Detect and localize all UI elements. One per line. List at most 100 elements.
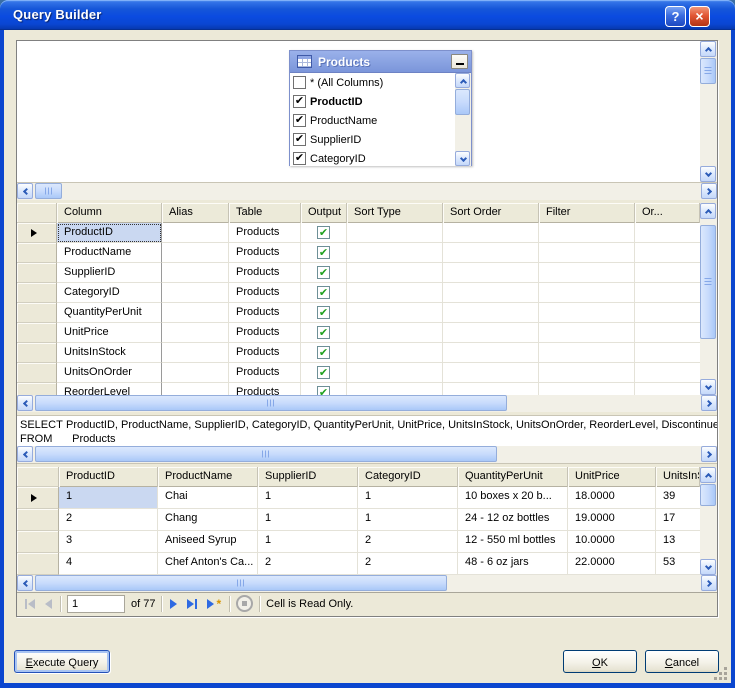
scrollbar-thumb[interactable]	[700, 58, 716, 84]
table-row[interactable]: UnitsOnOrder Products ✔	[17, 363, 717, 383]
cell-sort-order[interactable]	[443, 383, 539, 395]
output-checkbox[interactable]: ✔	[317, 266, 330, 279]
cell-sort-order[interactable]	[443, 343, 539, 363]
cell-sort-order[interactable]	[443, 363, 539, 383]
cell[interactable]: Chef Anton's Ca...	[158, 553, 258, 575]
column-header[interactable]: ProductName	[158, 467, 258, 487]
cell-column[interactable]: ProductID	[57, 223, 162, 243]
cell[interactable]: 24 - 12 oz bottles	[458, 509, 568, 531]
cell-sort-type[interactable]	[347, 263, 443, 283]
table-row[interactable]: ProductName Products ✔	[17, 243, 717, 263]
scroll-right-icon[interactable]	[701, 183, 717, 199]
cell-sort-type[interactable]	[347, 223, 443, 243]
row-selector[interactable]	[17, 531, 59, 553]
output-checkbox[interactable]: ✔	[317, 346, 330, 359]
cell-or[interactable]	[635, 383, 700, 395]
cell[interactable]: 53	[656, 553, 700, 575]
cell-table[interactable]: Products	[229, 263, 301, 283]
cell-output[interactable]: ✔	[301, 283, 347, 303]
cell-table[interactable]: Products	[229, 243, 301, 263]
cell-sort-type[interactable]	[347, 323, 443, 343]
ok-button[interactable]: OK	[563, 650, 637, 673]
scrollbar-thumb[interactable]	[455, 89, 470, 115]
cell-table[interactable]: Products	[229, 323, 301, 343]
column-header[interactable]: Filter	[539, 203, 635, 223]
title-bar[interactable]: Query Builder ? ×	[0, 0, 735, 30]
column-header[interactable]: Sort Order	[443, 203, 539, 223]
table-row[interactable]: ReorderLevel Products ✔	[17, 383, 717, 395]
sql-horizontal-scrollbar[interactable]	[17, 446, 717, 463]
scroll-left-icon[interactable]	[17, 395, 33, 411]
cell[interactable]: 2	[258, 553, 358, 575]
scroll-down-icon[interactable]	[700, 379, 716, 395]
table-row[interactable]: ProductID Products ✔	[17, 223, 717, 243]
cell[interactable]: 48 - 6 oz jars	[458, 553, 568, 575]
cell-or[interactable]	[635, 363, 700, 383]
cell[interactable]: 17	[656, 509, 700, 531]
cell-column[interactable]: ProductName	[57, 243, 162, 263]
cell-or[interactable]	[635, 223, 700, 243]
cell-filter[interactable]	[539, 223, 635, 243]
scroll-up-icon[interactable]	[700, 203, 716, 219]
cell-sort-type[interactable]	[347, 363, 443, 383]
record-position-input[interactable]: 1	[67, 595, 125, 613]
cell[interactable]: 10 boxes x 20 b...	[458, 487, 568, 509]
cell-table[interactable]: Products	[229, 303, 301, 323]
cell-sort-order[interactable]	[443, 323, 539, 343]
cell-alias[interactable]	[162, 283, 229, 303]
cell[interactable]: 1	[59, 487, 158, 509]
cell-or[interactable]	[635, 303, 700, 323]
cell-or[interactable]	[635, 323, 700, 343]
scroll-left-icon[interactable]	[17, 446, 33, 462]
cell[interactable]: 1	[258, 531, 358, 553]
diagram-vertical-scrollbar[interactable]	[700, 41, 717, 182]
cell-sort-order[interactable]	[443, 283, 539, 303]
scroll-left-icon[interactable]	[17, 183, 33, 199]
row-selector[interactable]	[17, 383, 57, 395]
cell-or[interactable]	[635, 343, 700, 363]
cell[interactable]: 1	[258, 509, 358, 531]
cell-alias[interactable]	[162, 243, 229, 263]
cell[interactable]: 19.0000	[568, 509, 656, 531]
cell[interactable]: 13	[656, 531, 700, 553]
results-horizontal-scrollbar[interactable]	[17, 575, 717, 592]
scroll-up-icon[interactable]	[700, 41, 716, 57]
cell-filter[interactable]	[539, 243, 635, 263]
list-item[interactable]: * (All Columns)	[290, 73, 471, 92]
cell-sort-type[interactable]	[347, 383, 443, 395]
cell-alias[interactable]	[162, 303, 229, 323]
table-row[interactable]: UnitPrice Products ✔	[17, 323, 717, 343]
table-row[interactable]: UnitsInStock Products ✔	[17, 343, 717, 363]
diagram-horizontal-scrollbar[interactable]	[17, 183, 717, 200]
move-last-button[interactable]	[185, 597, 199, 611]
cell-or[interactable]	[635, 263, 700, 283]
output-checkbox[interactable]: ✔	[317, 366, 330, 379]
table-row[interactable]: 1 Chai 1 1 10 boxes x 20 b... 18.0000 39	[17, 487, 717, 509]
cell-alias[interactable]	[162, 383, 229, 395]
row-selector[interactable]	[17, 553, 59, 575]
cell-table[interactable]: Products	[229, 343, 301, 363]
row-selector[interactable]	[17, 223, 57, 243]
row-selector[interactable]	[17, 303, 57, 323]
column-header[interactable]: Output	[301, 203, 347, 223]
column-header[interactable]: ProductID	[59, 467, 158, 487]
cell-filter[interactable]	[539, 283, 635, 303]
cell-table[interactable]: Products	[229, 363, 301, 383]
scrollbar-thumb[interactable]	[35, 446, 497, 462]
table-row[interactable]: CategoryID Products ✔	[17, 283, 717, 303]
diagram-pane[interactable]: Products * (All Columns) ✔ ProductID	[17, 41, 717, 183]
cell-alias[interactable]	[162, 363, 229, 383]
cell-sort-type[interactable]	[347, 243, 443, 263]
cell-sort-order[interactable]	[443, 303, 539, 323]
cell[interactable]: 22.0000	[568, 553, 656, 575]
products-window-titlebar[interactable]: Products	[290, 51, 471, 73]
cell-column[interactable]: CategoryID	[57, 283, 162, 303]
cell-sort-order[interactable]	[443, 223, 539, 243]
row-selector[interactable]	[17, 243, 57, 263]
list-item[interactable]: ✔ ProductName	[290, 111, 471, 130]
table-row[interactable]: SupplierID Products ✔	[17, 263, 717, 283]
checkbox-checked[interactable]: ✔	[293, 152, 306, 165]
cell-output[interactable]: ✔	[301, 383, 347, 395]
output-checkbox[interactable]: ✔	[317, 326, 330, 339]
cell-filter[interactable]	[539, 323, 635, 343]
